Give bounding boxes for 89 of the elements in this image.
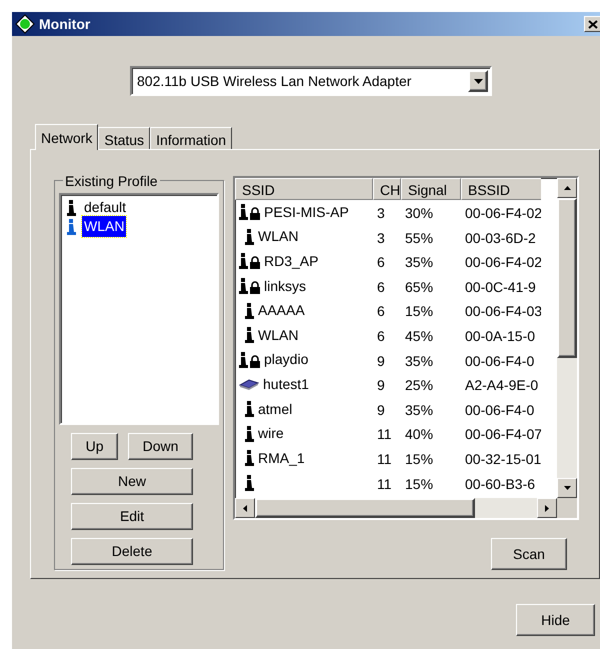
profile-item[interactable]: default	[82, 197, 128, 218]
edit-button[interactable]: Edit	[71, 503, 193, 530]
scrollbar-corner	[557, 498, 577, 518]
dropdown-value: 802.11b USB Wireless Lan Network Adapter	[137, 72, 412, 91]
close-button[interactable]	[584, 16, 600, 32]
table-cell-text: 25%	[404, 376, 434, 396]
person-lock-icon	[239, 352, 260, 368]
table-cell-text: playdio	[264, 350, 308, 370]
profile-item[interactable]: WLAN	[82, 216, 126, 237]
table-cell-text: 35%	[404, 400, 434, 420]
table-cell-text: linksys	[264, 276, 306, 296]
person-lock-icon	[239, 253, 260, 270]
table-cell-text: 65%	[404, 278, 434, 297]
table-cell-text: 45%	[404, 326, 434, 346]
person-icon	[245, 327, 254, 344]
person-icon	[245, 474, 254, 491]
person-lock-icon	[239, 204, 260, 220]
table-cell-text: 00-06-F4-02	[464, 204, 541, 223]
table-cell-text: 55%	[404, 228, 434, 248]
table-cell-text: 3	[376, 204, 386, 223]
table-cell-text: 00-60-B3-6	[464, 474, 536, 494]
person-icon	[245, 401, 254, 418]
hide-button[interactable]: Hide	[516, 604, 595, 636]
table-cell-text: 11	[376, 425, 393, 444]
table-cell-text: 00-0A-15-0	[464, 326, 536, 346]
person-lock-icon	[239, 278, 260, 294]
table-cell-text: 35%	[404, 253, 434, 272]
close-icon	[587, 18, 599, 30]
delete-button[interactable]: Delete	[71, 538, 193, 565]
table-cell-text: 11	[376, 450, 393, 469]
table-cell-text: 00-06-F4-0	[464, 352, 536, 371]
down-button[interactable]: Down	[128, 433, 194, 460]
table-cell-text: hutest1	[263, 374, 309, 394]
horizontal-scrollbar[interactable]	[235, 498, 577, 518]
window-title: Monitor	[39, 14, 90, 34]
table-cell-text: 00-0C-41-9	[464, 278, 537, 297]
table-cell-text: 15%	[404, 302, 434, 322]
table-cell-text: 40%	[404, 425, 434, 444]
table-cell-text: 9	[376, 352, 386, 371]
column-header[interactable]: SSID	[235, 178, 373, 200]
table-cell-text: 3	[376, 228, 386, 248]
person-icon	[67, 218, 76, 234]
table-cell-text: 11	[376, 474, 393, 494]
scroll-left-icon	[243, 504, 247, 512]
table-cell-text: 00-32-15-01	[464, 450, 541, 469]
adapter-dropdown[interactable]: 802.11b USB Wireless Lan Network Adapter	[130, 66, 492, 96]
table-cell-text: RMA_1	[258, 448, 305, 468]
vertical-scrollbar[interactable]	[557, 178, 577, 498]
table-cell-text: 6	[376, 326, 386, 346]
table-cell-text: 30%	[404, 204, 434, 223]
new-button[interactable]: New	[71, 468, 193, 495]
table-cell-text: 6	[376, 278, 386, 297]
table-cell-text: 9	[376, 400, 386, 420]
table-cell-text: 35%	[404, 352, 434, 371]
column-header[interactable]: Signal	[401, 178, 461, 200]
table-cell-text: 00-06-F4-0	[464, 400, 536, 420]
scan-button[interactable]: Scan	[491, 538, 567, 570]
table-cell-text: 00-06-F4-02	[464, 253, 541, 272]
table-cell-text: 00-03-6D-2	[464, 228, 537, 248]
table-cell-text: RD3_AP	[264, 252, 318, 271]
table-cell-text: 15%	[404, 450, 434, 469]
person-icon	[67, 200, 76, 216]
monitor-logo-icon	[15, 14, 35, 34]
scroll-down-icon	[564, 486, 570, 490]
table-cell-text: PESI-MIS-AP	[264, 202, 349, 222]
column-header[interactable]: BSSID	[461, 178, 541, 200]
table-cell-text: A2-A4-9E-0	[464, 376, 540, 396]
table-cell-text: wire	[258, 424, 284, 444]
table-cell-text: 6	[376, 253, 386, 272]
dropdown-arrow-icon	[474, 78, 482, 84]
scroll-right-icon	[545, 504, 549, 512]
table-cell-text: 00-06-F4-07	[464, 425, 541, 444]
table-cell-text: AAAAA	[258, 301, 305, 320]
person-icon	[245, 450, 254, 466]
table-cell-text: atmel	[258, 400, 292, 419]
person-icon	[245, 228, 254, 245]
tab[interactable]: Network	[35, 124, 98, 150]
person-icon	[245, 302, 254, 319]
up-button[interactable]: Up	[71, 433, 118, 460]
person-icon	[245, 426, 254, 442]
scroll-up-icon	[564, 186, 570, 190]
table-cell-text: 9	[376, 376, 386, 396]
table-cell-text: 15%	[404, 474, 434, 494]
tab[interactable]: Status	[98, 127, 150, 150]
table-cell-text: 6	[376, 302, 386, 322]
column-header[interactable]: CH	[373, 178, 401, 200]
table-cell-text: WLAN	[258, 227, 298, 246]
table-cell-text: WLAN	[258, 326, 298, 345]
tab[interactable]: Information	[150, 127, 232, 150]
